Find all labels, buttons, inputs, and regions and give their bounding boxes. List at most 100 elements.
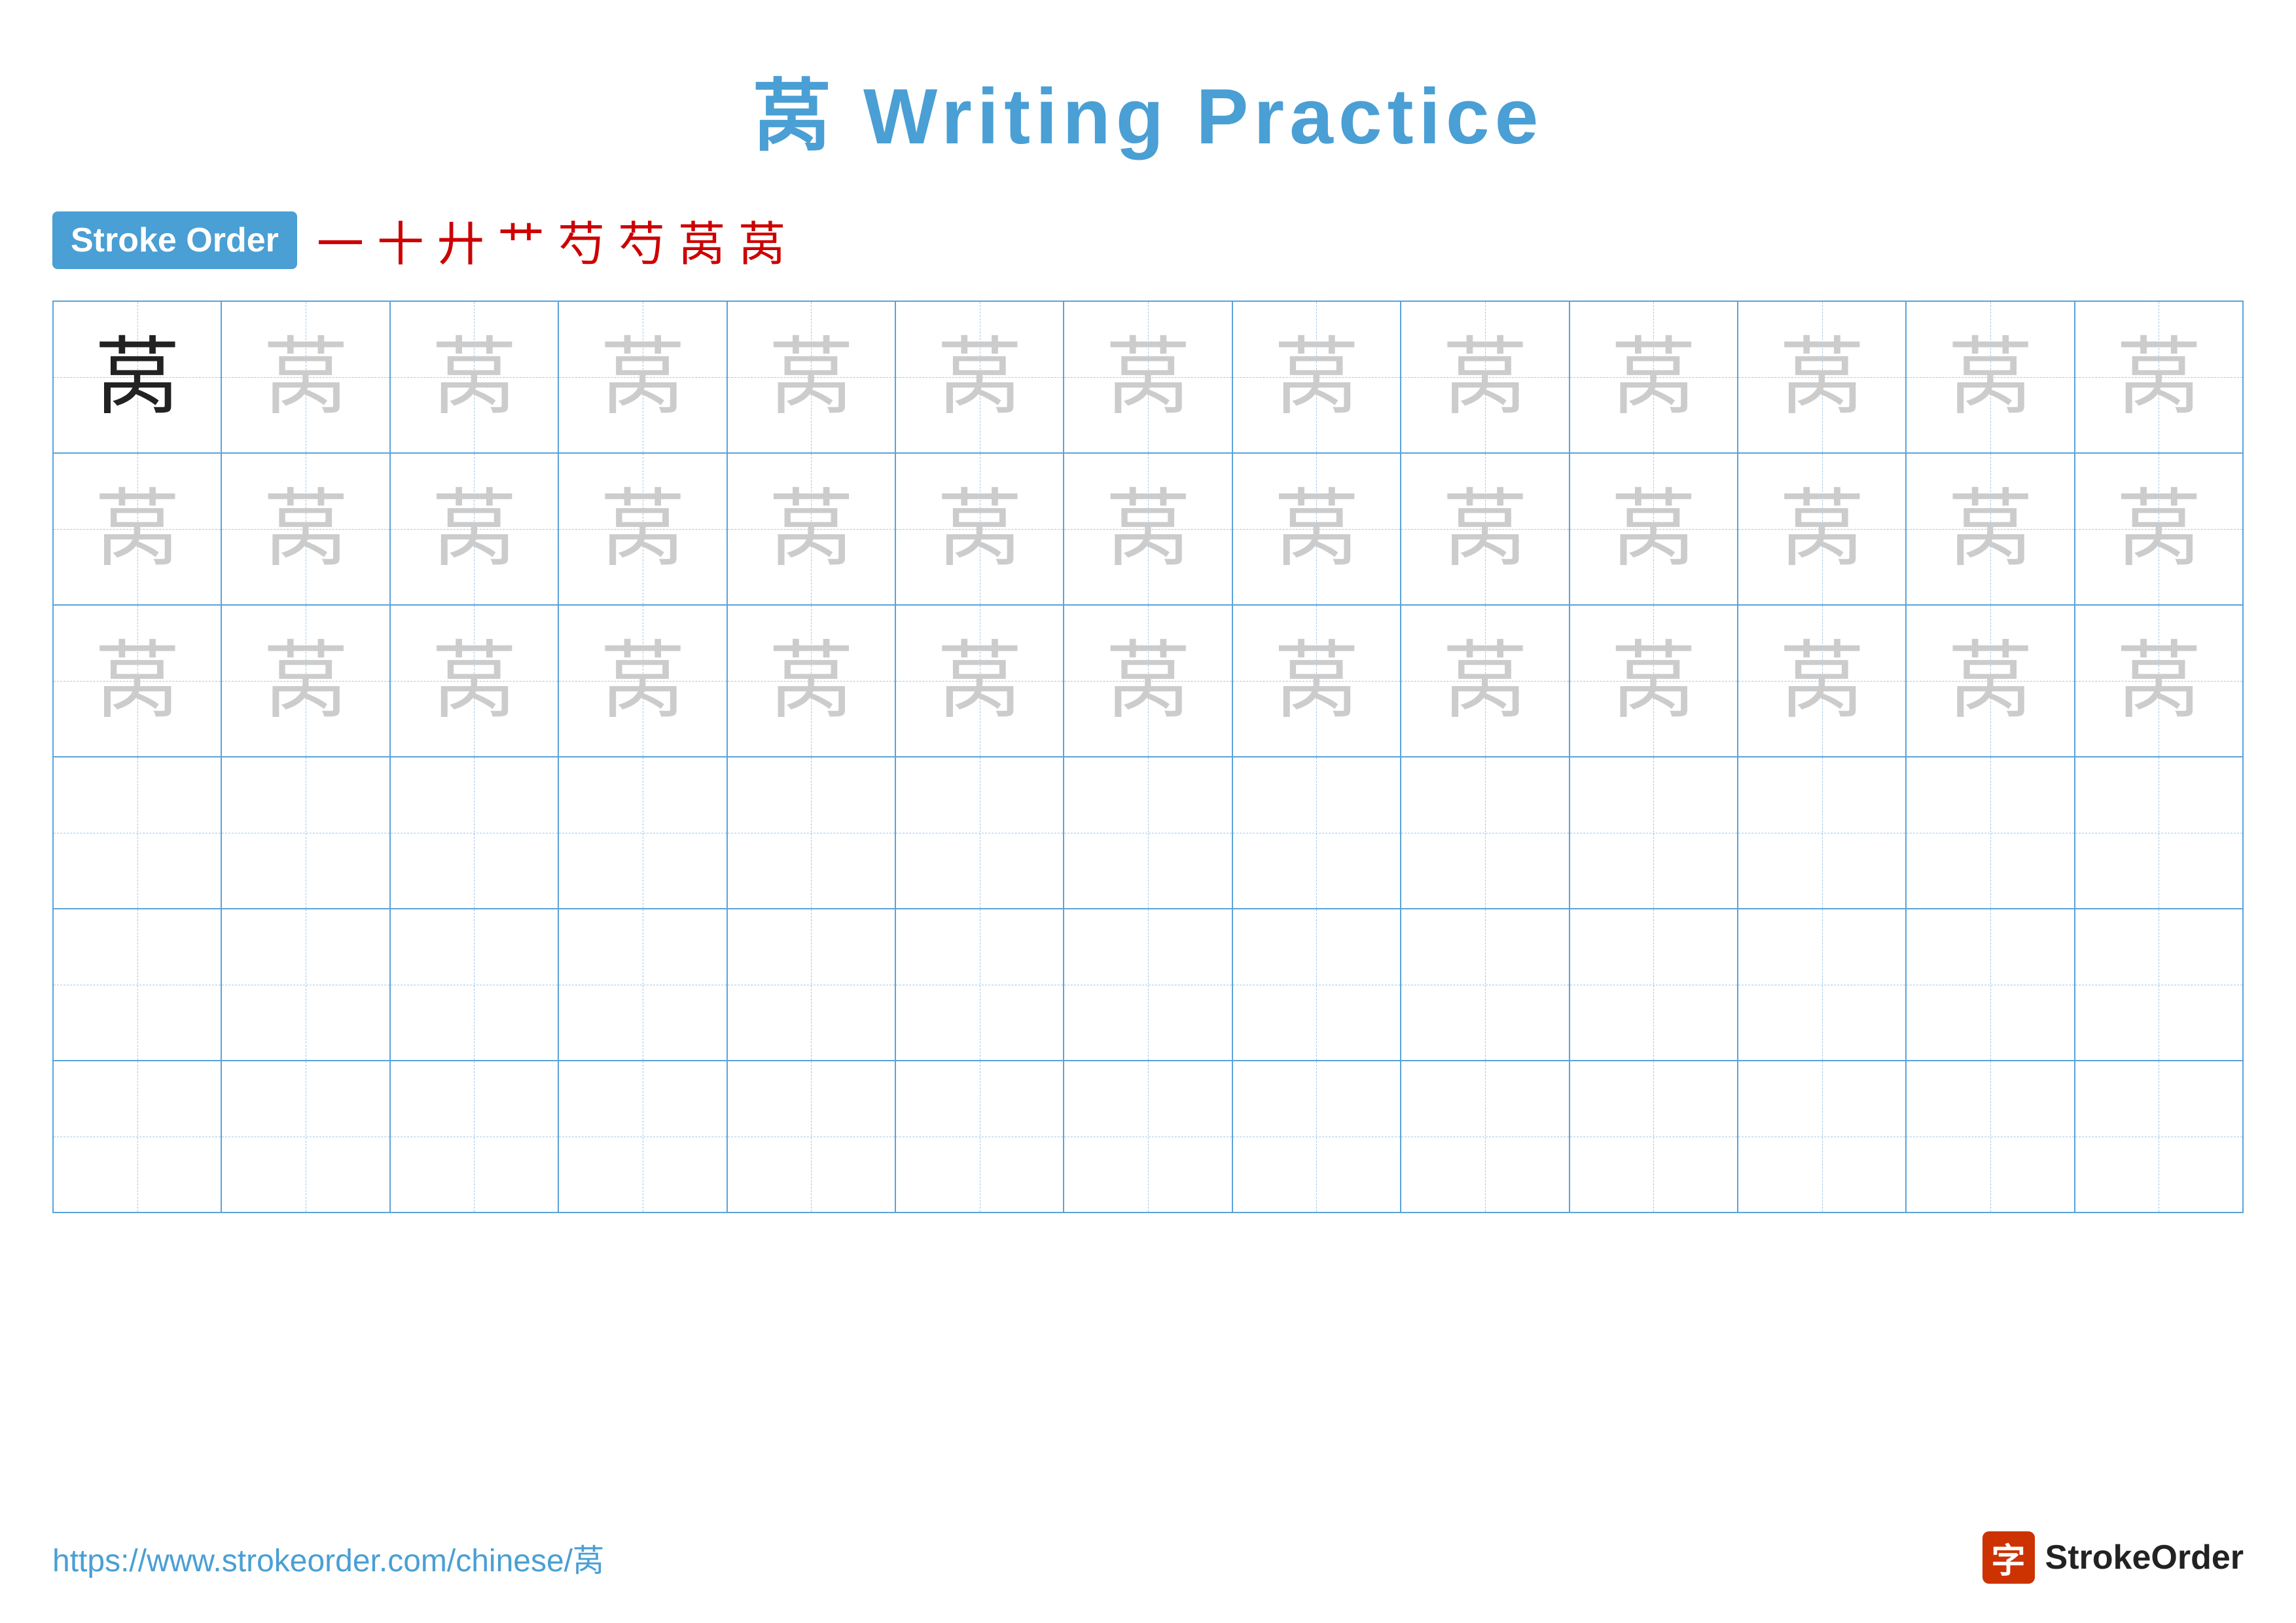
grid-cell-3-9[interactable]: 莴 bbox=[1401, 606, 1570, 756]
grid-cell-1-3[interactable]: 莴 bbox=[391, 302, 559, 452]
grid-cell-2-7[interactable]: 莴 bbox=[1064, 454, 1232, 604]
grid-cell-1-4[interactable]: 莴 bbox=[559, 302, 727, 452]
grid-cell-6-13[interactable] bbox=[2075, 1061, 2242, 1212]
grid-row-6 bbox=[54, 1061, 2242, 1212]
grid-cell-2-13[interactable]: 莴 bbox=[2075, 454, 2242, 604]
grid-cell-1-8[interactable]: 莴 bbox=[1233, 302, 1401, 452]
brand-name: StrokeOrder bbox=[2045, 1538, 2244, 1577]
grid-cell-6-2[interactable] bbox=[222, 1061, 390, 1212]
grid-cell-5-6[interactable] bbox=[896, 909, 1064, 1060]
grid-cell-6-4[interactable] bbox=[559, 1061, 727, 1212]
grid-row-4 bbox=[54, 757, 2242, 909]
grid-cell-4-1[interactable] bbox=[54, 757, 222, 908]
grid-cell-5-8[interactable] bbox=[1233, 909, 1401, 1060]
grid-cell-4-6[interactable] bbox=[896, 757, 1064, 908]
grid-cell-2-6[interactable]: 莴 bbox=[896, 454, 1064, 604]
grid-cell-2-3[interactable]: 莴 bbox=[391, 454, 559, 604]
grid-cell-3-11[interactable]: 莴 bbox=[1738, 606, 1907, 756]
grid-cell-2-8[interactable]: 莴 bbox=[1233, 454, 1401, 604]
grid-cell-6-12[interactable] bbox=[1907, 1061, 2075, 1212]
grid-cell-1-13[interactable]: 莴 bbox=[2075, 302, 2242, 452]
grid-cell-6-6[interactable] bbox=[896, 1061, 1064, 1212]
grid-cell-2-2[interactable]: 莴 bbox=[222, 454, 390, 604]
grid-cell-5-11[interactable] bbox=[1738, 909, 1907, 1060]
grid-cell-6-11[interactable] bbox=[1738, 1061, 1907, 1212]
grid-cell-3-6[interactable]: 莴 bbox=[896, 606, 1064, 756]
grid-cell-5-4[interactable] bbox=[559, 909, 727, 1060]
grid-cell-3-5[interactable]: 莴 bbox=[728, 606, 896, 756]
grid-cell-4-13[interactable] bbox=[2075, 757, 2242, 908]
grid-cell-3-10[interactable]: 莴 bbox=[1570, 606, 1738, 756]
grid-cell-5-5[interactable] bbox=[728, 909, 896, 1060]
footer-url[interactable]: https://www.strokeorder.com/chinese/莴 bbox=[52, 1535, 604, 1580]
grid-cell-6-9[interactable] bbox=[1401, 1061, 1570, 1212]
grid-row-5 bbox=[54, 909, 2242, 1061]
grid-row-3: 莴 莴 莴 莴 莴 莴 莴 莴 莴 莴 莴 莴 莴 bbox=[54, 606, 2242, 757]
grid-cell-6-7[interactable] bbox=[1064, 1061, 1232, 1212]
stroke-order-row: Stroke Order 一 十 廾 艹 芍 芍 莴 莴 bbox=[52, 206, 2244, 274]
grid-cell-1-12[interactable]: 莴 bbox=[1907, 302, 2075, 452]
stroke-1: 一 bbox=[317, 206, 364, 274]
grid-cell-6-8[interactable] bbox=[1233, 1061, 1401, 1212]
stroke-sequence: 一 十 廾 艹 芍 芍 莴 莴 bbox=[317, 206, 785, 274]
grid-cell-5-1[interactable] bbox=[54, 909, 222, 1060]
grid-cell-4-11[interactable] bbox=[1738, 757, 1907, 908]
grid-cell-5-10[interactable] bbox=[1570, 909, 1738, 1060]
grid-cell-2-10[interactable]: 莴 bbox=[1570, 454, 1738, 604]
grid-cell-3-7[interactable]: 莴 bbox=[1064, 606, 1232, 756]
stroke-6: 芍 bbox=[618, 206, 665, 274]
grid-cell-1-11[interactable]: 莴 bbox=[1738, 302, 1907, 452]
grid-cell-4-7[interactable] bbox=[1064, 757, 1232, 908]
grid-cell-5-12[interactable] bbox=[1907, 909, 2075, 1060]
grid-cell-4-5[interactable] bbox=[728, 757, 896, 908]
stroke-2: 十 bbox=[377, 206, 424, 274]
page-title: 莴 Writing Practice bbox=[0, 0, 2296, 166]
grid-cell-1-5[interactable]: 莴 bbox=[728, 302, 896, 452]
brand-icon: 字 bbox=[1982, 1531, 2035, 1584]
grid-cell-3-13[interactable]: 莴 bbox=[2075, 606, 2242, 756]
char-dark: 莴 bbox=[95, 335, 180, 420]
grid-cell-2-5[interactable]: 莴 bbox=[728, 454, 896, 604]
grid-cell-2-12[interactable]: 莴 bbox=[1907, 454, 2075, 604]
grid-cell-6-3[interactable] bbox=[391, 1061, 559, 1212]
grid-cell-5-13[interactable] bbox=[2075, 909, 2242, 1060]
practice-grid: 莴 莴 莴 莴 莴 莴 莴 莴 莴 莴 莴 莴 莴 莴 莴 莴 莴 莴 莴 莴 … bbox=[52, 301, 2244, 1213]
grid-cell-1-7[interactable]: 莴 bbox=[1064, 302, 1232, 452]
grid-cell-5-9[interactable] bbox=[1401, 909, 1570, 1060]
grid-cell-3-1[interactable]: 莴 bbox=[54, 606, 222, 756]
grid-cell-1-9[interactable]: 莴 bbox=[1401, 302, 1570, 452]
stroke-3: 廾 bbox=[437, 206, 484, 274]
grid-cell-6-10[interactable] bbox=[1570, 1061, 1738, 1212]
brand-char: 字 bbox=[1992, 1533, 2026, 1582]
grid-cell-4-10[interactable] bbox=[1570, 757, 1738, 908]
grid-cell-3-8[interactable]: 莴 bbox=[1233, 606, 1401, 756]
footer: https://www.strokeorder.com/chinese/莴 字 … bbox=[52, 1531, 2244, 1584]
grid-cell-2-11[interactable]: 莴 bbox=[1738, 454, 1907, 604]
grid-cell-2-1[interactable]: 莴 bbox=[54, 454, 222, 604]
grid-cell-3-4[interactable]: 莴 bbox=[559, 606, 727, 756]
grid-cell-4-4[interactable] bbox=[559, 757, 727, 908]
grid-cell-2-4[interactable]: 莴 bbox=[559, 454, 727, 604]
grid-cell-1-1[interactable]: 莴 bbox=[54, 302, 222, 452]
footer-brand: 字 StrokeOrder bbox=[1982, 1531, 2244, 1584]
grid-cell-3-12[interactable]: 莴 bbox=[1907, 606, 2075, 756]
grid-cell-4-3[interactable] bbox=[391, 757, 559, 908]
grid-cell-4-8[interactable] bbox=[1233, 757, 1401, 908]
grid-cell-3-2[interactable]: 莴 bbox=[222, 606, 390, 756]
stroke-7: 莴 bbox=[678, 206, 725, 274]
grid-cell-1-10[interactable]: 莴 bbox=[1570, 302, 1738, 452]
grid-cell-4-2[interactable] bbox=[222, 757, 390, 908]
grid-cell-4-12[interactable] bbox=[1907, 757, 2075, 908]
stroke-4: 艹 bbox=[497, 206, 545, 274]
grid-cell-5-3[interactable] bbox=[391, 909, 559, 1060]
grid-cell-1-6[interactable]: 莴 bbox=[896, 302, 1064, 452]
grid-cell-4-9[interactable] bbox=[1401, 757, 1570, 908]
stroke-5: 芍 bbox=[558, 206, 605, 274]
grid-cell-3-3[interactable]: 莴 bbox=[391, 606, 559, 756]
grid-cell-5-2[interactable] bbox=[222, 909, 390, 1060]
grid-cell-2-9[interactable]: 莴 bbox=[1401, 454, 1570, 604]
grid-cell-1-2[interactable]: 莴 bbox=[222, 302, 390, 452]
grid-cell-5-7[interactable] bbox=[1064, 909, 1232, 1060]
grid-cell-6-5[interactable] bbox=[728, 1061, 896, 1212]
grid-cell-6-1[interactable] bbox=[54, 1061, 222, 1212]
